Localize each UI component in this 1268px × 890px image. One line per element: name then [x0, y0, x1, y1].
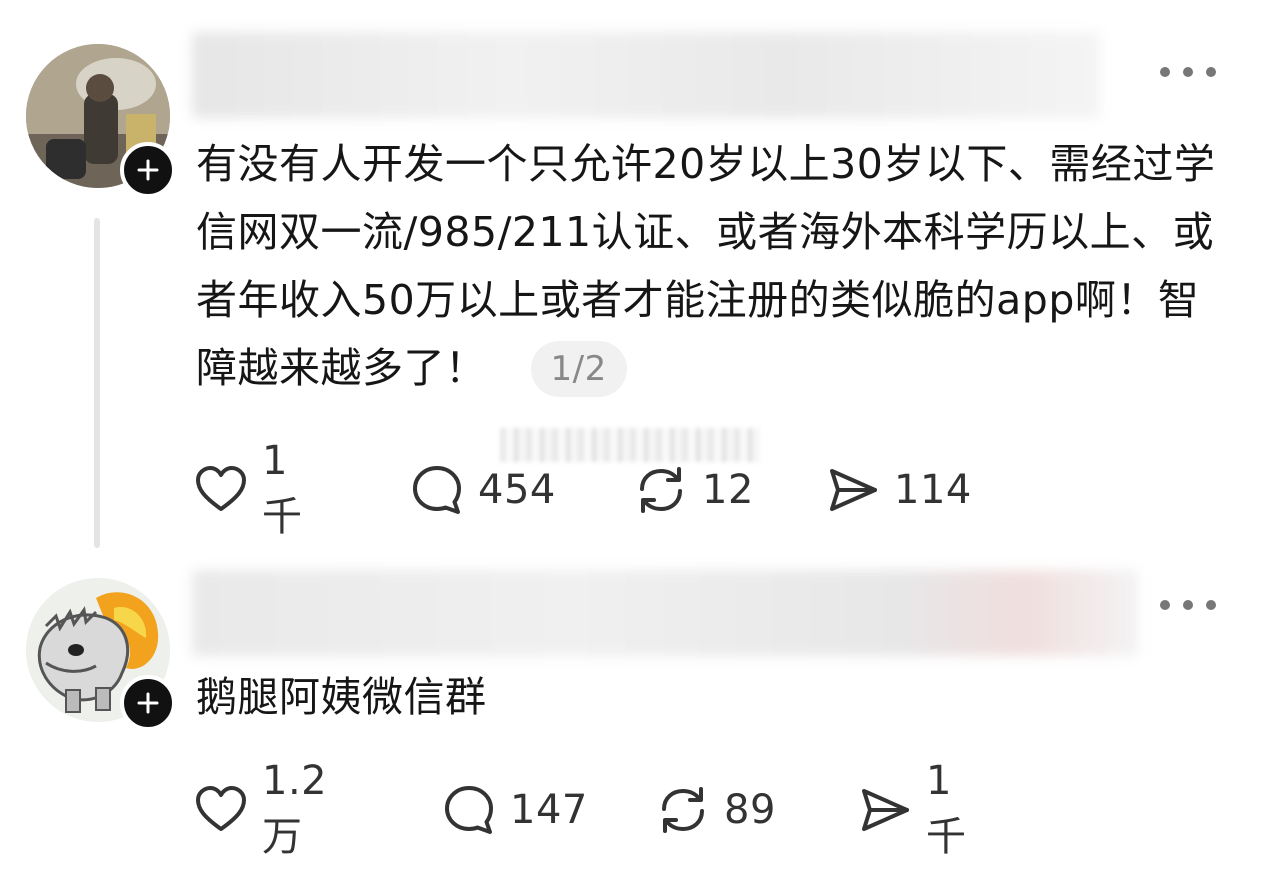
- share-button[interactable]: 1千: [858, 758, 967, 860]
- like-count: 1千: [262, 438, 303, 540]
- more-dot: [1160, 67, 1170, 77]
- post-text-content: 鹅腿阿姨微信群: [196, 673, 487, 721]
- post-text-content: 有没有人开发一个只允许20岁以上30岁以下、需经过学信网双一流/985/211认…: [196, 140, 1216, 392]
- plus-icon: [137, 159, 159, 181]
- like-count: 1.2万: [262, 758, 328, 860]
- more-options-button[interactable]: [1160, 593, 1216, 617]
- send-icon: [862, 789, 909, 831]
- repost-count: 89: [724, 787, 776, 833]
- reply-count: 147: [510, 787, 588, 833]
- follow-button[interactable]: [120, 142, 176, 198]
- like-button[interactable]: 1.2万: [194, 758, 327, 860]
- reply-count: 454: [478, 467, 556, 513]
- share-button[interactable]: 114: [826, 462, 972, 518]
- share-count: 1千: [926, 758, 967, 860]
- send-icon: [830, 469, 877, 511]
- media-preview-blurred[interactable]: [500, 428, 760, 462]
- heart-icon: [196, 786, 246, 831]
- follow-button[interactable]: [120, 675, 176, 731]
- repost-button[interactable]: 89: [656, 782, 776, 838]
- share-count: 114: [894, 467, 972, 513]
- like-button[interactable]: 1千: [194, 438, 303, 540]
- thread-post: 有没有人开发一个只允许20岁以上30岁以下、需经过学信网双一流/985/211认…: [0, 0, 1268, 560]
- comment-bubble-icon: [413, 466, 461, 514]
- reply-button[interactable]: 454: [410, 462, 556, 518]
- more-options-button[interactable]: [1160, 60, 1216, 84]
- post-text: 有没有人开发一个只允许20岁以上30岁以下、需经过学信网双一流/985/211认…: [196, 130, 1232, 402]
- author-name-blurred: [192, 570, 1138, 656]
- author-name-blurred: [192, 32, 1100, 118]
- more-dot: [1183, 67, 1193, 77]
- more-dot: [1160, 600, 1170, 610]
- page-indicator: 1/2: [530, 341, 627, 397]
- thread-connector-line: [94, 218, 100, 548]
- more-dot: [1206, 600, 1216, 610]
- post-text: 鹅腿阿姨微信群: [196, 663, 1232, 731]
- more-dot: [1206, 67, 1216, 77]
- repost-button[interactable]: 12: [634, 462, 754, 518]
- thread-post: 鹅腿阿姨微信群 1.2万 147 89 1千: [0, 560, 1268, 885]
- plus-icon: [137, 692, 159, 714]
- repost-count: 12: [702, 467, 754, 513]
- repost-icon: [640, 467, 682, 513]
- heart-icon: [196, 466, 246, 511]
- repost-icon: [662, 787, 704, 833]
- reply-button[interactable]: 147: [442, 782, 588, 838]
- comment-bubble-icon: [445, 786, 493, 834]
- more-dot: [1183, 600, 1193, 610]
